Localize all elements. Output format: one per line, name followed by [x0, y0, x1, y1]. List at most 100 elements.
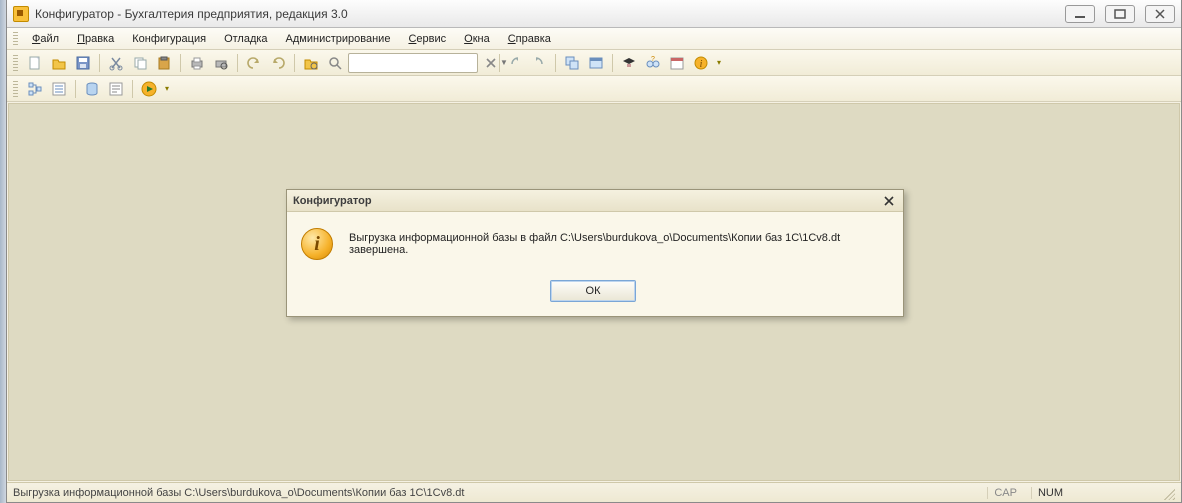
status-cap: CAP	[987, 487, 1023, 499]
toolbar-sep-6	[612, 54, 613, 72]
scissors-icon	[108, 55, 124, 71]
open-button[interactable]	[48, 52, 70, 74]
menu-windows[interactable]: Окна	[456, 31, 498, 47]
redo-button[interactable]	[267, 52, 289, 74]
status-text: Выгрузка информационной базы C:\Users\bu…	[13, 487, 979, 499]
dialog-body: i Выгрузка информационной базы в файл C:…	[287, 212, 903, 316]
graduate-icon	[621, 55, 637, 71]
app-icon	[13, 6, 29, 22]
maximize-button[interactable]	[1105, 5, 1135, 23]
metadata-icon	[51, 81, 67, 97]
nav-forward-button[interactable]	[528, 52, 550, 74]
menu-debug[interactable]: Отладка	[216, 31, 275, 47]
minimize-icon	[1074, 9, 1086, 19]
minimize-button[interactable]	[1065, 5, 1095, 23]
undo-button[interactable]	[243, 52, 265, 74]
help-binoculars-icon: ?	[645, 55, 661, 71]
menu-edit[interactable]: Правка	[69, 31, 122, 47]
menu-help-label: правка	[516, 33, 551, 45]
calendar-button[interactable]	[666, 52, 688, 74]
ok-button[interactable]: ОК	[550, 280, 636, 302]
find-button[interactable]	[300, 52, 322, 74]
paste-button[interactable]	[153, 52, 175, 74]
toolbar-sep-2	[180, 54, 181, 72]
dialog-content-row: i Выгрузка информационной базы в файл C:…	[301, 228, 885, 260]
menu-windows-label: кна	[473, 33, 490, 45]
info-icon: i	[301, 228, 333, 260]
maximize-icon	[1114, 9, 1126, 19]
help-button[interactable]: i	[690, 52, 712, 74]
menu-service-label: ервис	[416, 33, 446, 45]
metadata-button[interactable]	[48, 78, 70, 100]
new-button[interactable]	[24, 52, 46, 74]
syntax-assistant-button[interactable]	[618, 52, 640, 74]
help-search-button[interactable]: ?	[642, 52, 664, 74]
run-button[interactable]	[138, 78, 160, 100]
play-icon	[141, 81, 157, 97]
arrow-back-icon	[507, 55, 523, 71]
copy-button[interactable]	[129, 52, 151, 74]
magnifier-icon	[327, 55, 343, 71]
save-button[interactable]	[72, 52, 94, 74]
toolbar-grip-2	[13, 81, 18, 97]
menu-config[interactable]: Конфигурация	[124, 31, 214, 47]
copy-window-button[interactable]	[561, 52, 583, 74]
close-icon	[884, 196, 894, 206]
toolbar-sep-4	[294, 54, 295, 72]
close-icon	[1154, 9, 1166, 19]
windows-icon	[564, 55, 580, 71]
menu-admin[interactable]: Администрирование	[278, 31, 399, 47]
menubar-grip	[13, 32, 18, 46]
clear-search-button[interactable]	[480, 52, 502, 74]
main-window: Конфигуратор - Бухгалтерия предприятия, …	[6, 0, 1182, 503]
toolbar-main: ▼ ? i ▾	[7, 50, 1181, 76]
printer-icon	[189, 55, 205, 71]
tree-icon	[27, 81, 43, 97]
find-folder-icon	[303, 55, 319, 71]
status-num: NUM	[1031, 487, 1069, 499]
toolbar-sep-5	[555, 54, 556, 72]
svg-text:i: i	[700, 59, 703, 70]
close-button[interactable]	[1145, 5, 1175, 23]
menu-service[interactable]: Сервис	[400, 31, 454, 47]
statusbar: Выгрузка информационной базы C:\Users\bu…	[7, 482, 1181, 502]
toolbar-grip-1	[13, 55, 18, 71]
db-button[interactable]	[81, 78, 103, 100]
undo-icon	[246, 55, 262, 71]
menubar: Файл Правка Конфигурация Отладка Админис…	[7, 28, 1181, 50]
dialog-close-button[interactable]	[881, 193, 897, 209]
menu-file[interactable]: Файл	[24, 31, 67, 47]
search-box[interactable]: ▼	[348, 53, 478, 73]
client-area: Конфигуратор i Выгрузка информационной б…	[8, 103, 1180, 481]
toolbar-sep-3	[237, 54, 238, 72]
titlebar: Конфигуратор - Бухгалтерия предприятия, …	[7, 0, 1181, 28]
zoom-button[interactable]	[324, 52, 346, 74]
window-icon	[588, 55, 604, 71]
search-input[interactable]	[349, 57, 499, 69]
nav-back-button[interactable]	[504, 52, 526, 74]
window-title: Конфигуратор - Бухгалтерия предприятия, …	[35, 7, 1065, 21]
toggle-window-button[interactable]	[585, 52, 607, 74]
toolbar-sep-7	[75, 80, 76, 98]
toolbar-sep-8	[132, 80, 133, 98]
print-preview-icon	[213, 55, 229, 71]
help-dropdown-icon[interactable]: ▾	[714, 58, 724, 67]
info-icon: i	[693, 55, 709, 71]
list-button[interactable]	[105, 78, 127, 100]
run-dropdown-icon[interactable]: ▾	[162, 84, 172, 93]
message-dialog: Конфигуратор i Выгрузка информационной б…	[286, 189, 904, 317]
list-icon	[108, 81, 124, 97]
toolbar-secondary: ▾	[7, 76, 1181, 102]
print-button[interactable]	[186, 52, 208, 74]
cut-button[interactable]	[105, 52, 127, 74]
menu-edit-label: равка	[85, 33, 114, 45]
x-icon	[483, 55, 499, 71]
menu-help[interactable]: Справка	[500, 31, 559, 47]
tree-button[interactable]	[24, 78, 46, 100]
resize-grip[interactable]	[1161, 486, 1175, 500]
window-controls	[1065, 5, 1175, 23]
print-preview-button[interactable]	[210, 52, 232, 74]
arrow-forward-icon	[531, 55, 547, 71]
copy-icon	[132, 55, 148, 71]
menu-file-label: айл	[40, 33, 59, 45]
